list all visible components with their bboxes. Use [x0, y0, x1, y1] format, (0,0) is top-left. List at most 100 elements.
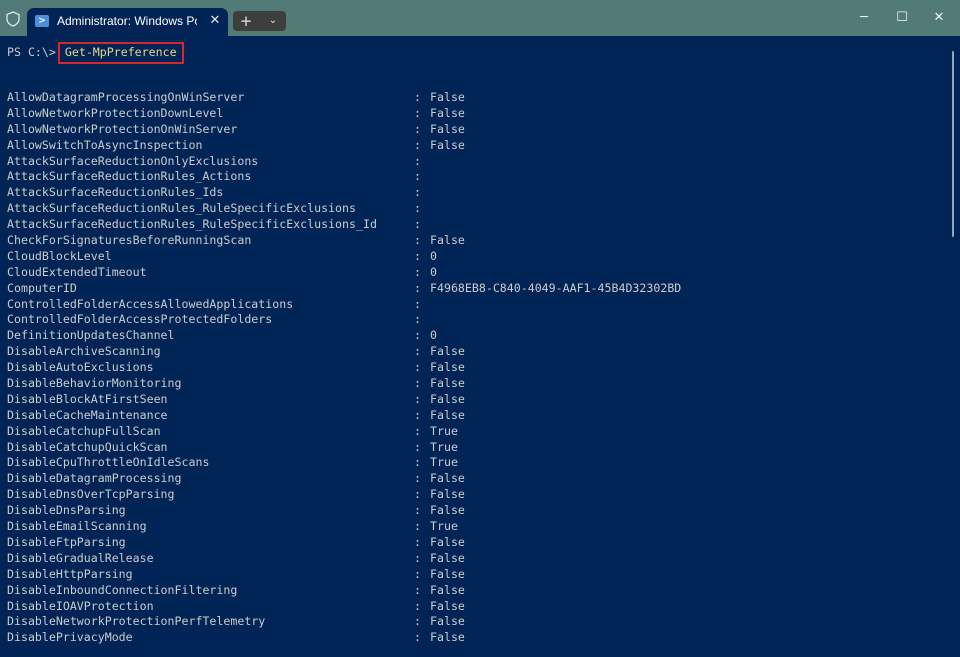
property-value: False	[430, 391, 465, 406]
property-value: False	[430, 503, 465, 518]
property-value: False	[430, 121, 465, 136]
property-separator: :	[414, 391, 421, 406]
property-separator: :	[414, 376, 421, 391]
property-name: AllowNetworkProtectionDownLevel	[7, 105, 224, 120]
property-value: False	[430, 344, 465, 359]
property-value: False	[430, 376, 465, 391]
property-name: DisableAutoExclusions	[7, 360, 154, 375]
property-name: AttackSurfaceReductionRules_RuleSpecific…	[7, 217, 377, 232]
property-name: DisableBlockAtFirstSeen	[7, 391, 168, 406]
close-button[interactable]: ✕	[922, 6, 956, 30]
property-name: DisablePrivacyMode	[7, 630, 133, 645]
property-separator: :	[414, 503, 421, 518]
property-value: False	[430, 137, 465, 152]
property-name: AttackSurfaceReductionRules_Actions	[7, 169, 252, 184]
shield-icon	[6, 11, 20, 27]
property-separator: :	[414, 360, 421, 375]
chevron-down-icon[interactable]: ⌄	[260, 11, 286, 31]
property-name: DisableCacheMaintenance	[7, 407, 168, 422]
property-value: True	[430, 455, 458, 470]
property-separator: :	[414, 296, 421, 311]
title-bar[interactable]: > Administrator: Windows PowerShell ✕ + …	[0, 0, 960, 36]
property-separator: :	[414, 407, 421, 422]
property-value: False	[430, 90, 465, 104]
property-value: 0	[430, 328, 437, 343]
minimize-button[interactable]: ─	[847, 6, 881, 30]
property-value: False	[430, 534, 465, 549]
tab-powershell[interactable]: > Administrator: Windows PowerShell ✕	[27, 8, 228, 36]
property-value: False	[430, 598, 465, 613]
property-name: AttackSurfaceReductionRules_Ids	[7, 185, 224, 200]
property-value: False	[430, 360, 465, 375]
command-highlighted: Get-MpPreference	[57, 42, 184, 64]
property-value: F4968EB8-C840-4049-AAF1-45B4D32302BD	[430, 280, 682, 295]
prompt: PS C:\>	[7, 45, 56, 59]
powershell-icon: >	[35, 15, 49, 27]
property-name: DisableDatagramProcessing	[7, 471, 182, 486]
property-value: False	[430, 407, 465, 422]
scrollbar[interactable]	[952, 51, 954, 237]
property-separator: :	[414, 264, 421, 279]
property-name: DisableHttpParsing	[7, 566, 133, 581]
property-separator: :	[414, 90, 421, 104]
property-name: DisableDnsOverTcpParsing	[7, 487, 175, 502]
property-separator: :	[414, 471, 421, 486]
property-name: ComputerID	[7, 280, 77, 295]
property-value: False	[430, 550, 465, 565]
property-separator: :	[414, 201, 421, 216]
property-name: DisableDnsParsing	[7, 503, 126, 518]
property-separator: :	[414, 137, 421, 152]
tab-title: Administrator: Windows PowerShell	[57, 14, 197, 28]
property-name: AttackSurfaceReductionOnlyExclusions	[7, 153, 259, 168]
property-name: AllowDatagramProcessingOnWinServer	[7, 90, 245, 104]
property-separator: :	[414, 328, 421, 343]
maximize-button[interactable]: ☐	[885, 6, 919, 30]
property-separator: :	[414, 423, 421, 438]
property-separator: :	[414, 153, 421, 168]
property-value: False	[430, 105, 465, 120]
property-separator: :	[414, 519, 421, 534]
new-tab-button[interactable]: +	[233, 11, 259, 31]
terminal-window: > Administrator: Windows PowerShell ✕ + …	[0, 0, 960, 657]
property-value: False	[430, 233, 465, 248]
property-name: DisableGradualRelease	[7, 550, 154, 565]
property-value: False	[430, 566, 465, 581]
property-value: 0	[430, 248, 437, 263]
property-name: DisableEmailScanning	[7, 519, 147, 534]
property-separator: :	[414, 217, 421, 232]
property-name: DisableArchiveScanning	[7, 344, 161, 359]
property-name: DisableCatchupQuickScan	[7, 439, 168, 454]
property-separator: :	[414, 248, 421, 263]
prompt-line: PS C:\> Get-MpPreference	[7, 42, 184, 64]
property-name: AllowSwitchToAsyncInspection	[7, 137, 203, 152]
terminal-output[interactable]: PS C:\> Get-MpPreference AllowDatagramPro…	[0, 36, 950, 657]
property-value: False	[430, 487, 465, 502]
property-name: AttackSurfaceReductionRules_RuleSpecific…	[7, 201, 357, 216]
property-name: CheckForSignaturesBeforeRunningScan	[7, 233, 252, 248]
property-name: DisableCatchupFullScan	[7, 423, 161, 438]
property-value: False	[430, 630, 465, 645]
property-name: DisableInboundConnectionFiltering	[7, 582, 238, 597]
property-separator: :	[414, 534, 421, 549]
property-name: DisableIOAVProtection	[7, 598, 154, 613]
property-separator: :	[414, 280, 421, 295]
property-separator: :	[414, 344, 421, 359]
property-name: DefinitionUpdatesChannel	[7, 328, 175, 343]
property-separator: :	[414, 487, 421, 502]
property-name: AllowNetworkProtectionOnWinServer	[7, 121, 238, 136]
property-name: DisableBehaviorMonitoring	[7, 376, 182, 391]
property-separator: :	[414, 566, 421, 581]
property-separator: :	[414, 614, 421, 629]
property-separator: :	[414, 550, 421, 565]
property-value: False	[430, 582, 465, 597]
property-value: True	[430, 423, 458, 438]
tab-close-button[interactable]: ✕	[207, 12, 223, 30]
property-name: DisableNetworkProtectionPerfTelemetry	[7, 614, 266, 629]
property-separator: :	[414, 455, 421, 470]
property-name: CloudBlockLevel	[7, 248, 112, 263]
property-separator: :	[414, 185, 421, 200]
new-tab-group: + ⌄	[233, 11, 286, 31]
property-separator: :	[414, 582, 421, 597]
property-separator: :	[414, 312, 421, 327]
property-separator: :	[414, 233, 421, 248]
